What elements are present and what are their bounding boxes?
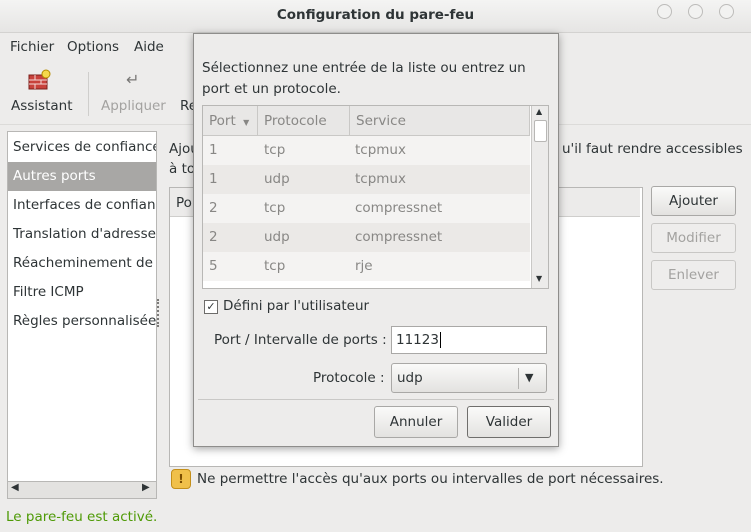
cell-service: compressnet [355, 229, 443, 245]
warning-icon: ! [171, 469, 191, 489]
user-defined-label[interactable]: Défini par l'utilisateur [223, 296, 369, 317]
assistant-label[interactable]: Assistant [11, 98, 73, 114]
toolbar-separator [88, 72, 89, 116]
scroll-down-icon[interactable]: ▼ [536, 274, 542, 283]
dialog-prompt-line1: Sélectionnez une entrée de la liste ou e… [202, 60, 526, 76]
port-dialog: Sélectionnez une entrée de la liste ou e… [193, 33, 559, 447]
ok-button[interactable]: Valider [467, 406, 551, 438]
column-header-service[interactable]: Service [350, 106, 530, 136]
warning-text: Ne permettre l'accès qu'aux ports ou int… [197, 471, 664, 487]
sidebar-item-nat[interactable]: Translation d'adresses [8, 220, 156, 249]
sidebar-item-trusted-interfaces[interactable]: Interfaces de confiance [8, 191, 156, 220]
protocol-select[interactable]: udp ▼ [391, 363, 547, 393]
scroll-right-icon[interactable]: ▶ [142, 482, 150, 493]
list-row[interactable]: 1 udp tcpmux [203, 165, 530, 194]
cell-protocol: udp [264, 229, 290, 245]
window-title: Configuration du pare-feu [276, 7, 475, 23]
cell-protocol: tcp [264, 200, 286, 216]
cell-port: 5 [209, 258, 218, 274]
list-vertical-scrollbar[interactable]: ▲ ▼ [531, 106, 548, 288]
close-icon[interactable] [719, 4, 734, 19]
dialog-prompt-line2: port et un protocole. [202, 81, 341, 97]
firewall-wizard-icon [28, 69, 51, 90]
list-row[interactable]: 1 tcp tcpmux [203, 136, 530, 165]
maximize-icon[interactable] [688, 4, 703, 19]
text-cursor [439, 332, 441, 348]
dialog-separator [198, 399, 554, 400]
dropdown-arrow-icon[interactable]: ▼ [525, 364, 533, 392]
sidebar-item-other-ports[interactable]: Autres ports [8, 162, 156, 191]
list-row[interactable]: 2 tcp compressnet [203, 194, 530, 223]
status-text: Le pare-feu est activé. [6, 509, 158, 525]
cell-port: 1 [209, 171, 218, 187]
content-intro-line1-right: u'il faut rendre accessibles [562, 141, 743, 157]
cell-service: compressnet [355, 200, 443, 216]
user-defined-checkbox[interactable]: ✓ [204, 300, 218, 314]
window-titlebar: Configuration du pare-feu [0, 0, 751, 33]
menu-options[interactable]: Options [67, 39, 119, 55]
services-list[interactable]: Port ▼ Protocole Service 1 tcp tcpmux 1 … [202, 105, 549, 289]
scroll-left-icon[interactable]: ◀ [11, 482, 19, 493]
cell-port: 2 [209, 229, 218, 245]
menu-aide[interactable]: Aide [134, 39, 164, 55]
remove-button[interactable]: Enlever [651, 260, 736, 290]
column-header-port-label: Port [209, 113, 236, 129]
sidebar-item-icmp-filter[interactable]: Filtre ICMP [8, 278, 156, 307]
add-button[interactable]: Ajouter [651, 186, 736, 216]
sidebar-item-port-forwarding[interactable]: Réacheminement de p [8, 249, 156, 278]
cancel-button[interactable]: Annuler [374, 406, 458, 438]
list-row[interactable]: 2 udp compressnet [203, 223, 530, 252]
apply-icon: ↵ [126, 70, 140, 89]
select-divider [518, 368, 519, 389]
sidebar-item-custom-rules[interactable]: Règles personnalisées [8, 307, 156, 336]
column-header-port[interactable]: Port ▼ [203, 106, 258, 136]
scroll-up-icon[interactable]: ▲ [536, 107, 542, 116]
column-header-protocol[interactable]: Protocole [258, 106, 350, 136]
content-intro-line2: à to [169, 161, 196, 177]
scrollbar-thumb[interactable] [534, 120, 547, 142]
port-range-value: 11123 [396, 332, 439, 348]
port-range-label: Port / Intervalle de ports : [214, 332, 387, 348]
cell-protocol: tcp [264, 142, 286, 158]
menu-fichier[interactable]: Fichier [10, 39, 54, 55]
cell-port: 1 [209, 142, 218, 158]
ports-table-header-port[interactable]: Po [176, 195, 192, 211]
minimize-icon[interactable] [657, 4, 672, 19]
cell-service: rje [355, 258, 373, 274]
protocol-selected-value: udp [397, 370, 423, 386]
cell-port: 2 [209, 200, 218, 216]
list-row[interactable]: 5 tcp rje [203, 252, 530, 281]
modify-button[interactable]: Modifier [651, 223, 736, 253]
protocol-label: Protocole : [313, 370, 385, 386]
sidebar-horizontal-scrollbar[interactable]: ◀ ▶ [7, 481, 157, 499]
port-range-input[interactable]: 11123 [391, 326, 547, 354]
sort-down-icon: ▼ [243, 118, 250, 127]
apply-button[interactable]: Appliquer [101, 98, 166, 114]
cell-protocol: tcp [264, 258, 286, 274]
sidebar-item-trusted-services[interactable]: Services de confiance [8, 133, 156, 162]
cell-service: tcpmux [355, 171, 406, 187]
sidebar: Services de confiance Autres ports Inter… [7, 131, 157, 499]
cell-service: tcpmux [355, 142, 406, 158]
cell-protocol: udp [264, 171, 290, 187]
assistant-button[interactable] [24, 68, 54, 98]
